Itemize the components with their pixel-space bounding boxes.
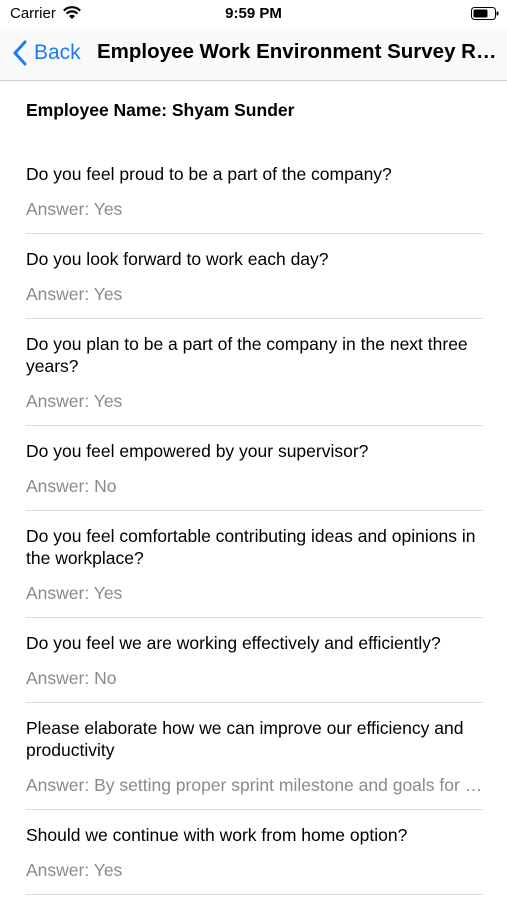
answer-text: Answer: Yes — [26, 583, 123, 603]
question-text: Do you feel proud to be a part of the co… — [26, 164, 392, 184]
answer-text: Answer: By setting proper sprint milesto… — [26, 775, 483, 795]
question-text: Should we continue with work from home o… — [26, 825, 408, 845]
answer-text: Answer: No — [26, 476, 117, 496]
answer-text: Answer: No — [26, 668, 117, 688]
survey-item: Do you feel empowered by your supervisor… — [26, 426, 483, 511]
status-time: 9:59 PM — [225, 5, 282, 22]
employee-name: Employee Name: Shyam Sunder — [26, 100, 295, 120]
survey-list: Do you feel proud to be a part of the co… — [26, 163, 483, 895]
question-text: Do you feel comfortable contributing ide… — [26, 526, 476, 568]
answer-text: Answer: Yes — [26, 284, 123, 304]
answer-text: Answer: Yes — [26, 199, 123, 219]
survey-item: Should we continue with work from home o… — [26, 810, 483, 895]
back-button[interactable]: Back — [12, 38, 81, 68]
question-text: Do you feel we are working effectively a… — [26, 633, 441, 653]
question-text: Do you plan to be a part of the company … — [26, 334, 468, 376]
question-text: Please elaborate how we can improve our … — [26, 718, 464, 760]
answer-text: Answer: Yes — [26, 391, 123, 411]
page-title: Employee Work Environment Survey Result — [97, 40, 497, 63]
survey-item: Please elaborate how we can improve our … — [26, 703, 483, 810]
answer-text: Answer: Yes — [26, 860, 123, 880]
question-text: Do you look forward to work each day? — [26, 249, 329, 269]
survey-item: Do you plan to be a part of the company … — [26, 319, 483, 426]
chevron-left-icon — [13, 40, 27, 66]
survey-item: Do you look forward to work each day? An… — [26, 234, 483, 319]
status-bar: Carrier 9:59 PM — [0, 0, 507, 28]
survey-item: Do you feel proud to be a part of the co… — [26, 163, 483, 234]
survey-item: Do you feel comfortable contributing ide… — [26, 511, 483, 618]
battery-icon — [471, 7, 499, 20]
question-text: Do you feel empowered by your supervisor… — [26, 441, 369, 461]
survey-content: Employee Name: Shyam Sunder Do you feel … — [26, 80, 483, 895]
survey-item: Do you feel we are working effectively a… — [26, 618, 483, 703]
navigation-bar: Back Employee Work Environment Survey Re… — [0, 28, 507, 81]
back-label: Back — [34, 41, 81, 64]
